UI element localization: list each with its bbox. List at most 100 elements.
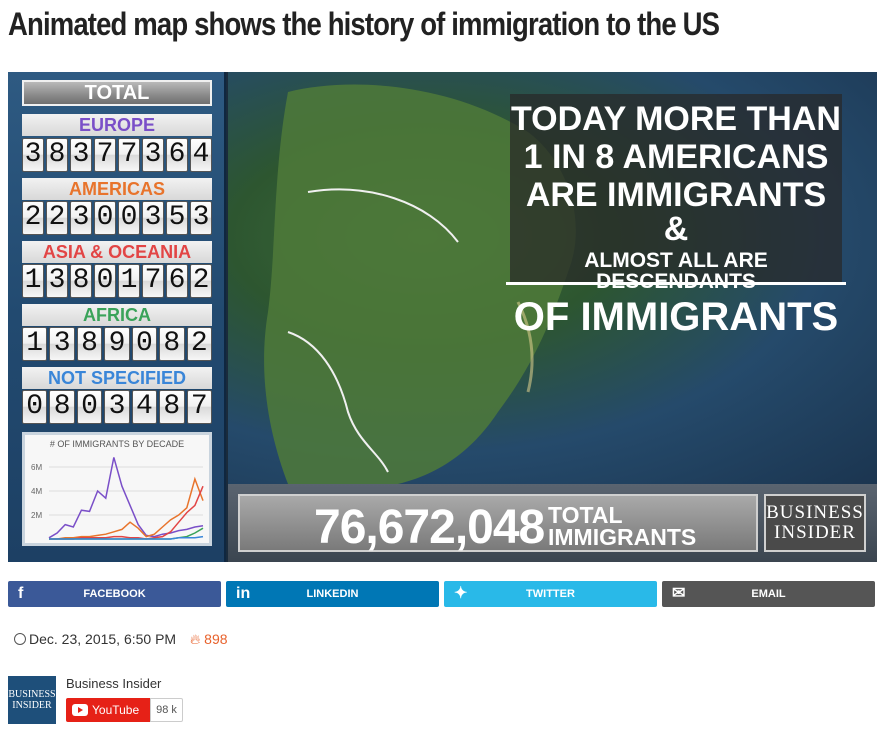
counter-digit: 8 [76, 327, 103, 361]
overlay-line-3: ARE IMMIGRANTS & [525, 176, 827, 248]
total-bar: 76,672,048 TOTAL IMMIGRANTS BUSINESS INS… [228, 484, 877, 562]
publish-date: Dec. 23, 2015, 6:50 PM [29, 631, 177, 647]
counter-digit: 3 [70, 138, 92, 172]
channel-logo-line-1: BUSINESS [8, 689, 56, 700]
counter-digit: 7 [94, 138, 116, 172]
counter-digit: 1 [22, 327, 48, 361]
counter-digit: 3 [104, 390, 130, 424]
counter-digit: 8 [46, 138, 68, 172]
flame-icon: 🔥︎ [189, 631, 201, 647]
counter-digit: 8 [49, 390, 75, 424]
counter-digit: 6 [166, 264, 188, 298]
article-headline: Animated map shows the history of immigr… [8, 6, 720, 42]
region-label-not-specified: NOT SPECIFIED [22, 367, 212, 389]
total-word-1: TOTAL [548, 502, 623, 528]
counter-digit: 0 [94, 264, 116, 298]
counter-digit: 0 [118, 201, 140, 235]
counter-europe: 38377364 [22, 138, 212, 172]
youtube-subscribe-button[interactable]: YouTube [66, 698, 150, 722]
video-player[interactable]: TOTAL EUROPE 38377364 AMERICAS 22300353 … [8, 72, 877, 562]
clock-icon [14, 633, 26, 645]
region-label-americas: AMERICAS [22, 178, 212, 200]
counter-digit: 2 [190, 264, 212, 298]
counter-digit: 7 [142, 264, 164, 298]
logo-line-2: INSIDER [774, 522, 856, 543]
subscriber-count: 98 k [150, 698, 183, 722]
total-immigrants-number: 76,672,048 [314, 501, 545, 554]
counter-digit: 7 [186, 390, 212, 424]
counter-digit: 3 [46, 264, 68, 298]
counter-digit: 4 [190, 138, 212, 172]
counter-digit: 7 [118, 138, 140, 172]
counter-digit: 1 [22, 264, 44, 298]
share-facebook-button[interactable]: f FACEBOOK [8, 581, 221, 607]
overlay-underline [506, 282, 846, 285]
channel-name[interactable]: Business Insider [66, 676, 161, 691]
email-icon: ✉ [672, 585, 686, 602]
counter-digit: 2 [22, 201, 44, 235]
counter-digit: 6 [166, 138, 188, 172]
linkedin-icon: in [236, 585, 251, 602]
total-word-2: IMMIGRANTS [548, 524, 697, 550]
share-email-label: EMAIL [751, 588, 786, 600]
counter-digit: 0 [76, 390, 103, 424]
chart-y-tick-label: 4M [31, 487, 42, 496]
counter-digit: 3 [22, 138, 44, 172]
region-label-asia-oceania: ASIA & OCEANIA [22, 241, 212, 263]
view-count: 🔥︎ 898 [190, 631, 228, 647]
north-america-map: TODAY MORE THAN 1 IN 8 AMERICANS ARE IMM… [228, 72, 877, 484]
region-label-africa: AFRICA [22, 304, 212, 326]
chart-y-tick-label: 2M [31, 511, 42, 520]
article-meta: Dec. 23, 2015, 6:50 PM 🔥︎ 898 [14, 631, 228, 648]
share-facebook-label: FACEBOOK [83, 588, 146, 600]
share-twitter-label: TWITTER [526, 588, 575, 600]
logo-line-1: BUSINESS [766, 502, 864, 523]
counter-digit: 3 [142, 138, 164, 172]
share-linkedin-label: LINKEDIN [306, 588, 359, 600]
overlay-line-5: OF IMMIGRANTS [513, 295, 839, 339]
counter-digit: 8 [70, 264, 92, 298]
youtube-icon [72, 704, 88, 716]
chart-svg: # OF IMMIGRANTS BY DECADE 2M 4M 6M [31, 439, 204, 540]
chart-title: # OF IMMIGRANTS BY DECADE [50, 439, 184, 449]
counter-digit: 9 [104, 327, 130, 361]
chart-y-tick-label: 6M [31, 463, 42, 472]
counter-asia-oceania: 13801762 [22, 264, 212, 298]
counter-digit: 2 [186, 327, 212, 361]
counter-digit: 0 [22, 390, 48, 424]
total-label: TOTAL [22, 80, 212, 106]
counter-digit: 2 [46, 201, 68, 235]
counter-digit: 0 [94, 201, 116, 235]
counter-digit: 3 [142, 201, 164, 235]
share-email-button[interactable]: ✉ EMAIL [662, 581, 875, 607]
counter-digit: 4 [131, 390, 158, 424]
business-insider-logo: BUSINESS INSIDER [764, 494, 866, 552]
counter-digit: 0 [131, 327, 158, 361]
share-linkedin-button[interactable]: in LINKEDIN [226, 581, 439, 607]
counter-digit: 3 [70, 201, 92, 235]
overlay-line-1: TODAY MORE THAN [511, 100, 841, 138]
immigrants-by-decade-chart: # OF IMMIGRANTS BY DECADE 2M 4M 6M [22, 432, 212, 546]
counter-americas: 22300353 [22, 201, 212, 235]
counter-digit: 5 [166, 201, 188, 235]
counter-panel: TOTAL EUROPE 38377364 AMERICAS 22300353 … [8, 72, 226, 562]
counter-digit: 8 [159, 327, 185, 361]
region-label-europe: EUROPE [22, 114, 212, 136]
counter-africa: 1389082 [22, 327, 212, 361]
total-immigrants-label: TOTAL IMMIGRANTS [548, 502, 697, 550]
fact-overlay: TODAY MORE THAN 1 IN 8 AMERICANS ARE IMM… [510, 94, 842, 337]
view-count-number: 898 [204, 631, 228, 647]
share-twitter-button[interactable]: ✦ TWITTER [444, 581, 657, 607]
counter-digit: 1 [118, 264, 140, 298]
counter-not-specified: 0803487 [22, 390, 212, 424]
channel-logo-line-2: INSIDER [12, 700, 52, 711]
overlay-line-2: 1 IN 8 AMERICANS [523, 138, 829, 176]
twitter-icon: ✦ [454, 585, 468, 602]
facebook-icon: f [18, 585, 24, 602]
counter-digit: 3 [190, 201, 212, 235]
counter-digit: 3 [49, 327, 75, 361]
youtube-label: YouTube [92, 703, 140, 717]
total-box: 76,672,048 TOTAL IMMIGRANTS [238, 494, 758, 554]
channel-avatar[interactable]: BUSINESS INSIDER [8, 676, 56, 724]
counter-digit: 8 [159, 390, 185, 424]
